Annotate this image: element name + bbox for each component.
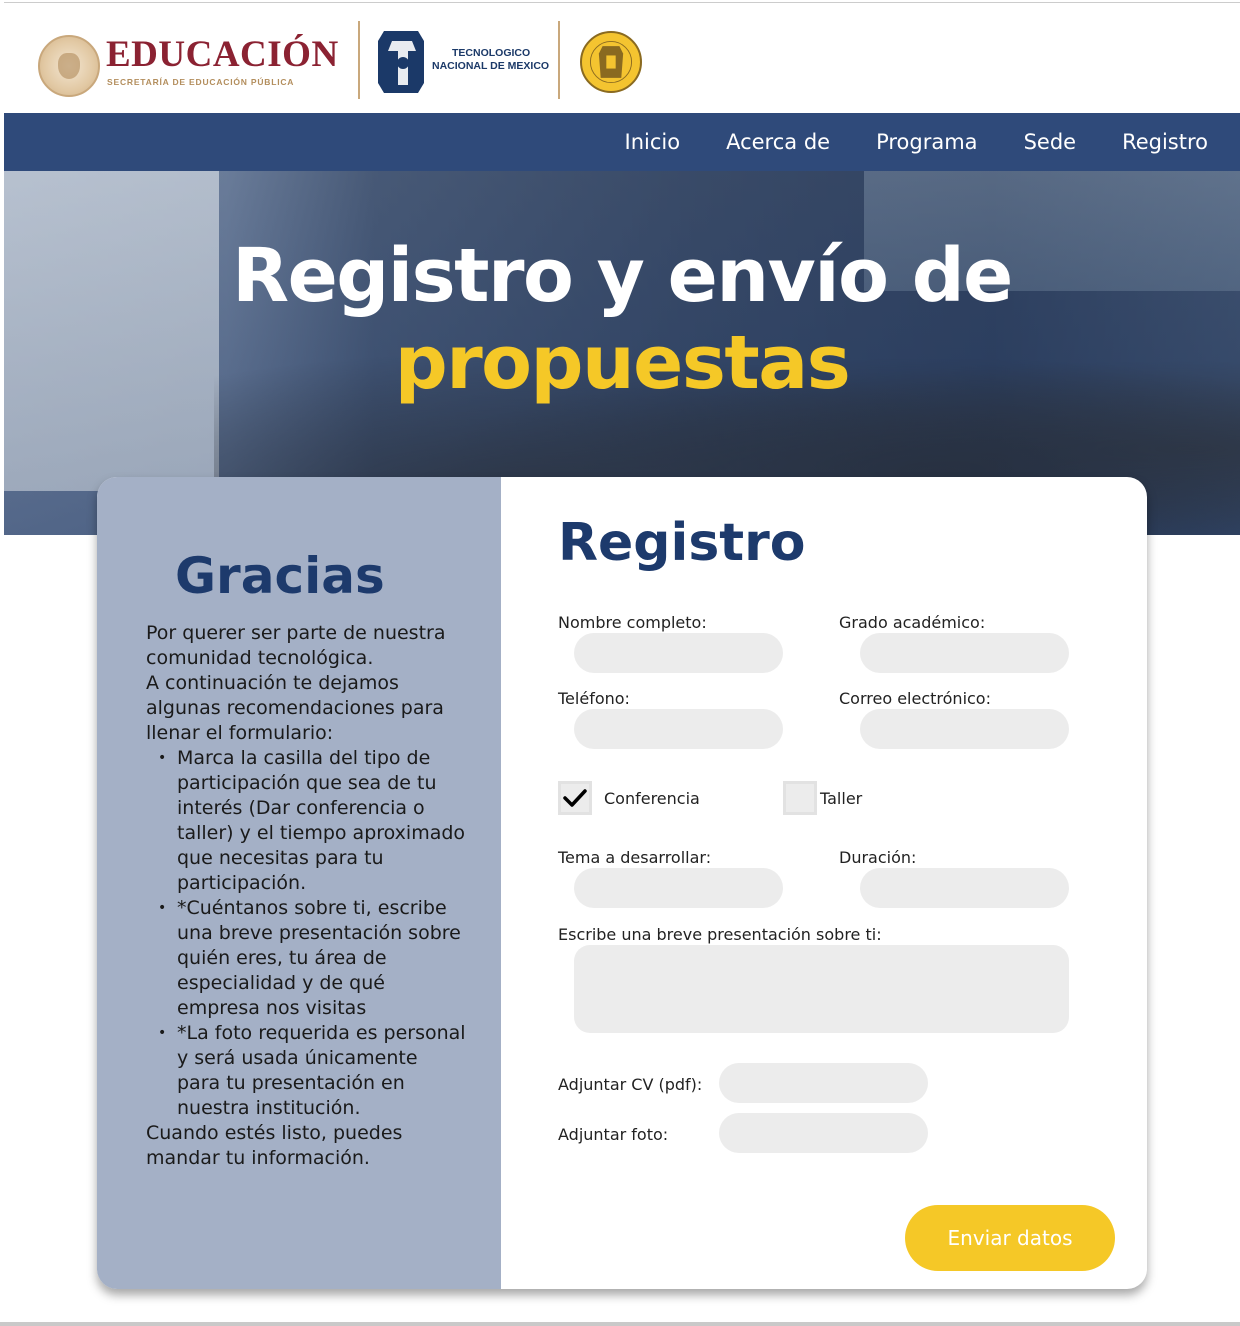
sidebar-intro-1: Por querer ser parte de nuestra comunida… [146,622,446,669]
hero-title-line2: propuestas [394,319,851,406]
sidebar-closing: Cuando estés listo, puedes mandar tu inf… [146,1122,403,1169]
edu-title: EDUCACIÓN [106,34,339,75]
tecnm-line1: TECNOLOGICO [452,47,531,59]
list-item: *La foto requerida es personal y será us… [158,1021,466,1121]
taller-label: Taller [820,789,863,808]
logo-divider [558,21,560,99]
checkmark-icon [563,789,587,807]
list-item: *Cuéntanos sobre ti, escribe una breve p… [158,896,466,1021]
hero-title: Registro y envío de propuestas [4,235,1240,405]
horizontal-scrollbar[interactable] [0,1322,1240,1326]
conferencia-checkbox[interactable] [558,781,592,815]
duracion-label: Duración: [839,848,917,867]
nav-item-registro[interactable]: Registro [1122,130,1208,154]
presentacion-textarea[interactable] [574,945,1069,1033]
presentacion-label: Escribe una breve presentación sobre ti: [558,925,882,944]
conferencia-label: Conferencia [604,789,700,808]
correo-input[interactable] [860,709,1069,749]
sidebar-text: Por querer ser parte de nuestra comunida… [146,621,466,1171]
taller-checkbox[interactable] [783,781,817,815]
nav-item-acerca-de[interactable]: Acerca de [726,130,830,154]
telefono-input[interactable] [574,709,783,749]
logo-divider [358,21,360,99]
page: EDUCACIÓN SECRETARÍA DE EDUCACIÓN PÚBLIC… [4,2,1240,1322]
hero-title-line1: Registro y envío de [232,233,1013,319]
sidebar-panel: Gracias Por querer ser parte de nuestra … [97,477,501,1289]
nombre-label: Nombre completo: [558,613,707,632]
registration-form: Registro Nombre completo: Grado académic… [501,477,1147,1289]
cv-label: Adjuntar CV (pdf): [558,1075,703,1094]
telefono-label: Teléfono: [558,689,630,708]
form-title: Registro [558,513,806,573]
list-item: Marca la casilla del tipo de participaci… [158,746,466,896]
nombre-input[interactable] [574,633,783,673]
cv-file-input[interactable] [719,1063,928,1103]
submit-button[interactable]: Enviar datos [905,1205,1115,1271]
tecnm-line2: NACIONAL DE MEXICO [432,60,550,72]
nav-item-programa[interactable]: Programa [876,130,977,154]
ito-logo-icon [580,31,642,93]
main-navbar: Inicio Acerca de Programa Sede Registro [4,113,1240,171]
sidebar-title: Gracias [175,547,385,605]
logo-bar: EDUCACIÓN SECRETARÍA DE EDUCACIÓN PÚBLIC… [4,3,1240,113]
duracion-input[interactable] [860,868,1069,908]
tema-label: Tema a desarrollar: [558,848,712,867]
grado-input[interactable] [860,633,1069,673]
foto-file-input[interactable] [719,1113,928,1153]
nav-item-sede[interactable]: Sede [1024,130,1077,154]
tecnm-text: TECNOLOGICO NACIONAL DE MEXICO [432,47,549,73]
sidebar-intro-2: A continuación te dejamos algunas recome… [146,672,444,744]
nav-item-inicio[interactable]: Inicio [625,130,681,154]
edu-subtitle: SECRETARÍA DE EDUCACIÓN PÚBLICA [107,77,295,87]
grado-label: Grado académico: [839,613,986,632]
recommendations-list: Marca la casilla del tipo de participaci… [158,746,466,1121]
registration-card: Gracias Por querer ser parte de nuestra … [97,477,1147,1289]
correo-label: Correo electrónico: [839,689,991,708]
mexico-seal-icon [38,35,100,97]
tema-input[interactable] [574,868,783,908]
nav-list: Inicio Acerca de Programa Sede Registro [625,113,1208,171]
tecnm-logo-icon [378,31,424,93]
foto-label: Adjuntar foto: [558,1125,669,1144]
